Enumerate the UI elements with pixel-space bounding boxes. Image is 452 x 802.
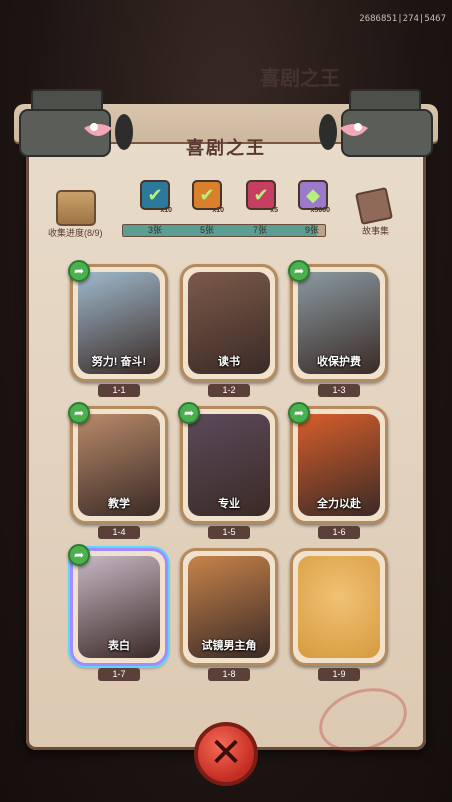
collection-screen: 2686851|274|5467 喜剧之王 喜剧之王 收集进度(8/9) 故事集… [0,0,452,802]
collection-card[interactable]: 表白 [70,548,168,666]
milestone-reward-count: x10 [212,207,224,214]
close-button[interactable]: ✕ [194,722,258,786]
collection-card[interactable]: 教学 [70,406,168,524]
share-arrow-icon[interactable]: ➦ [178,402,200,424]
story-collection-label: 故事集 [362,226,390,236]
debug-info: 2686851|274|5467 [359,14,446,24]
page-title: 喜剧之王 [186,138,266,158]
locked-card-slot[interactable] [290,548,388,666]
collection-card[interactable]: 试镜男主角 [180,548,278,666]
card-number: 1-3 [318,384,360,397]
milestone-reward-icon[interactable]: ✔ x5 [246,180,278,214]
card-caption: 全力以赴 [317,498,361,510]
card-caption: 努力! 奋斗! [91,356,147,368]
collection-progress-label: 收集进度(8/9) [48,228,103,238]
card-number: 1-8 [208,668,250,681]
card-number: 1-6 [318,526,360,539]
share-arrow-icon[interactable]: ➦ [68,260,90,282]
collection-book-icon[interactable] [56,190,96,226]
card-number: 1-5 [208,526,250,539]
milestone-reward-count: x5 [270,207,278,214]
share-arrow-icon[interactable]: ➦ [68,544,90,566]
collection-card[interactable]: 收保护费 [290,264,388,382]
milestone-reward-icon[interactable]: ✔ x10 [140,180,172,214]
card-caption: 专业 [218,498,240,510]
collection-card[interactable]: 读书 [180,264,278,382]
story-book-icon[interactable] [355,187,393,225]
milestone-label: 7张 [253,225,268,235]
collection-card[interactable]: 全力以赴 [290,406,388,524]
share-arrow-icon[interactable]: ➦ [68,402,90,424]
card-caption: 读书 [218,356,240,368]
share-arrow-icon[interactable]: ➦ [288,260,310,282]
milestone-label: 9张 [305,225,320,235]
locked-card-silhouette [298,556,380,658]
share-arrow-icon[interactable]: ➦ [288,402,310,424]
card-number: 1-1 [98,384,140,397]
milestone-reward-icon[interactable]: ◆ x5000 [298,180,330,214]
card-number: 1-7 [98,668,140,681]
card-caption: 表白 [108,640,130,652]
card-caption: 收保护费 [317,356,361,368]
collection-card[interactable]: 努力! 奋斗! [70,264,168,382]
milestone-reward-count: x10 [160,207,172,214]
card-number: 1-9 [318,668,360,681]
card-caption: 试镜男主角 [201,640,257,652]
card-caption: 教学 [108,498,130,510]
milestone-reward-icon[interactable]: ✔ x10 [192,180,224,214]
card-number: 1-4 [98,526,140,539]
collection-card[interactable]: 专业 [180,406,278,524]
milestone-label: 5张 [200,225,215,235]
card-number: 1-2 [208,384,250,397]
milestone-reward-count: x5000 [310,207,330,214]
milestone-label: 3张 [148,225,163,235]
